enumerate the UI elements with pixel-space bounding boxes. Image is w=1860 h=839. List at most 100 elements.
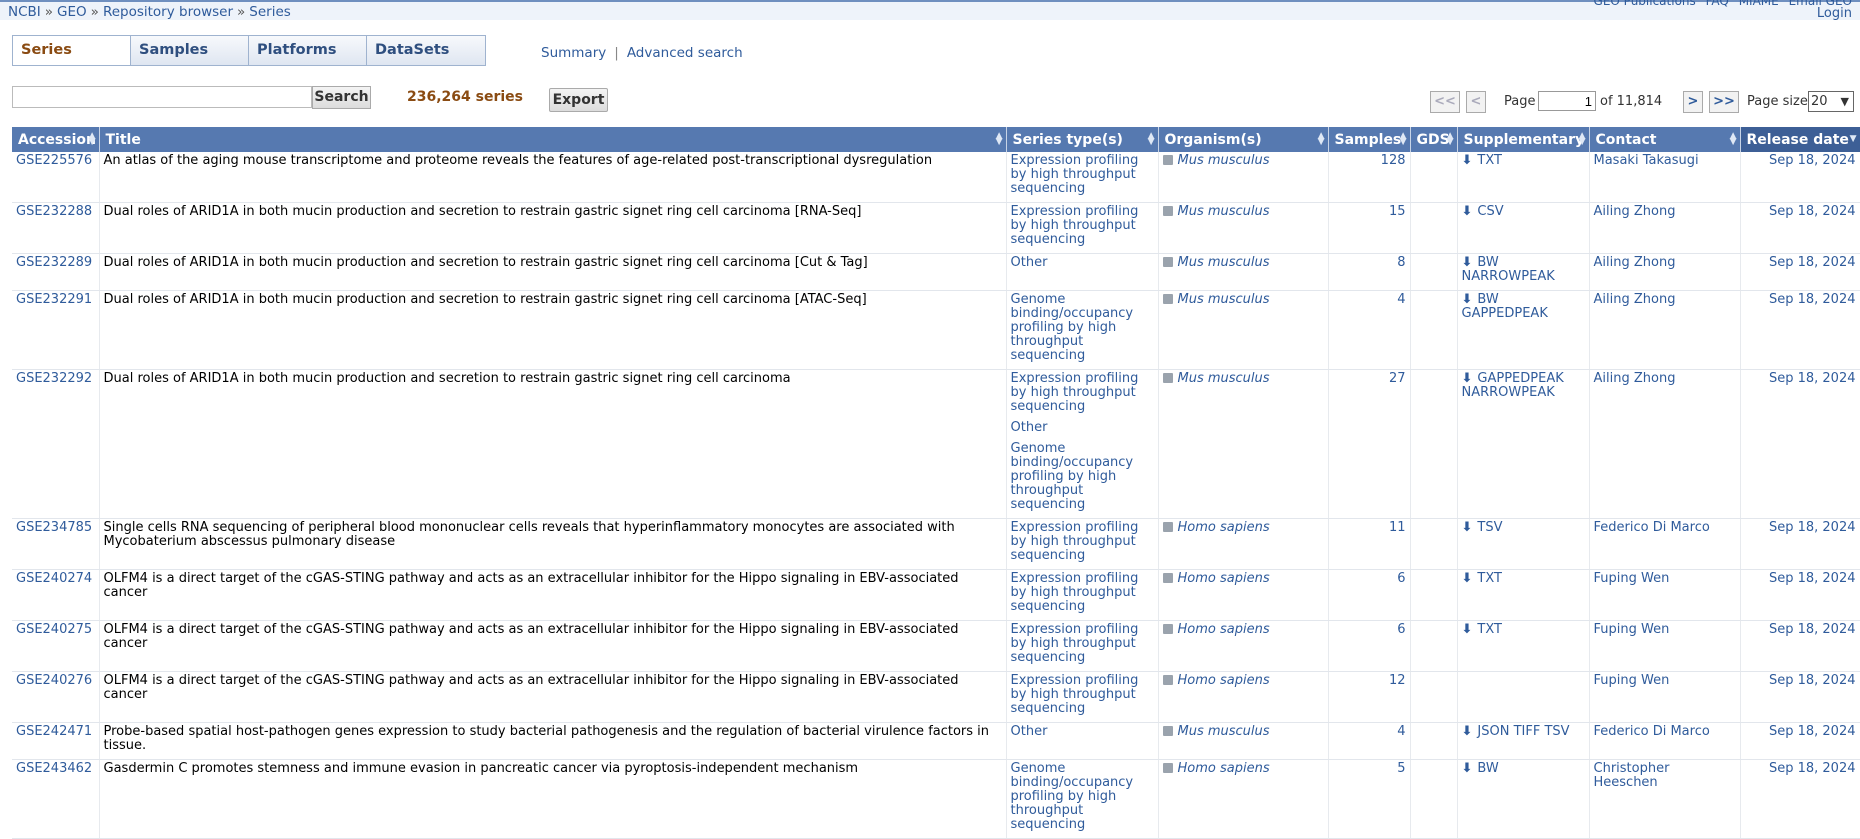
- download-icon[interactable]: ⬇: [1462, 256, 1473, 270]
- organism-expand-icon[interactable]: [1162, 257, 1173, 267]
- series-type-link[interactable]: Expression profiling by high throughput …: [1011, 572, 1154, 614]
- col-title[interactable]: Title ▲ ▼: [99, 127, 1007, 152]
- accession-link[interactable]: GSE232288: [16, 204, 92, 219]
- accession-link[interactable]: GSE234785: [16, 520, 92, 535]
- samples-link[interactable]: 15: [1389, 204, 1406, 219]
- contact-link[interactable]: Fuping Wen: [1594, 673, 1670, 688]
- advanced-search-link[interactable]: Advanced search: [627, 45, 743, 61]
- contact-link[interactable]: Ailing Zhong: [1594, 204, 1676, 219]
- organism-link[interactable]: Mus musculus: [1178, 255, 1270, 270]
- tab-series[interactable]: Series: [13, 36, 131, 65]
- contact-link[interactable]: Christopher Heeschen: [1594, 761, 1670, 790]
- series-type-link[interactable]: Expression profiling by high throughput …: [1011, 205, 1154, 247]
- download-icon[interactable]: ⬇: [1462, 572, 1473, 586]
- series-type-link[interactable]: Other: [1011, 256, 1154, 270]
- series-type-link[interactable]: Genome binding/occupancy profiling by hi…: [1011, 762, 1154, 832]
- organism-link[interactable]: Homo sapiens: [1178, 761, 1270, 776]
- samples-link[interactable]: 6: [1397, 571, 1405, 586]
- organism-link[interactable]: Mus musculus: [1178, 371, 1270, 386]
- organism-expand-icon[interactable]: [1162, 373, 1173, 383]
- supplementary-files[interactable]: JSON TIFF TSV: [1477, 724, 1569, 739]
- login-link[interactable]: Login: [1817, 6, 1852, 21]
- organism-link[interactable]: Mus musculus: [1178, 153, 1270, 168]
- download-icon[interactable]: ⬇: [1462, 293, 1473, 307]
- supplementary-files[interactable]: TXT: [1477, 153, 1502, 168]
- search-button[interactable]: Search: [312, 86, 371, 109]
- summary-link[interactable]: Summary: [541, 45, 606, 61]
- organism-expand-icon[interactable]: [1162, 573, 1173, 583]
- samples-link[interactable]: 12: [1389, 673, 1406, 688]
- tab-datasets[interactable]: DataSets: [367, 36, 485, 65]
- top-link-geo-publications[interactable]: GEO Publications: [1594, 0, 1696, 8]
- accession-link[interactable]: GSE225576: [16, 153, 92, 168]
- contact-link[interactable]: Ailing Zhong: [1594, 371, 1676, 386]
- organism-link[interactable]: Mus musculus: [1178, 724, 1270, 739]
- organism-link[interactable]: Homo sapiens: [1178, 673, 1270, 688]
- accession-link[interactable]: GSE243462: [16, 761, 92, 776]
- samples-link[interactable]: 8: [1397, 255, 1405, 270]
- organism-expand-icon[interactable]: [1162, 522, 1173, 532]
- organism-link[interactable]: Homo sapiens: [1178, 571, 1270, 586]
- breadcrumb-series[interactable]: Series: [249, 4, 291, 20]
- col-series-type[interactable]: Series type(s) ▲ ▼: [1006, 127, 1159, 152]
- download-icon[interactable]: ⬇: [1462, 762, 1473, 776]
- contact-link[interactable]: Fuping Wen: [1594, 571, 1670, 586]
- samples-link[interactable]: 6: [1397, 622, 1405, 637]
- organism-expand-icon[interactable]: [1162, 294, 1173, 304]
- export-button[interactable]: Export: [549, 88, 608, 112]
- organism-link[interactable]: Mus musculus: [1178, 204, 1270, 219]
- series-type-link[interactable]: Other: [1011, 421, 1154, 435]
- series-type-link[interactable]: Genome binding/occupancy profiling by hi…: [1011, 442, 1154, 512]
- download-icon[interactable]: ⬇: [1462, 372, 1473, 386]
- top-link-faq[interactable]: FAQ: [1706, 0, 1729, 8]
- prev-page-button[interactable]: <: [1466, 91, 1486, 113]
- series-type-link[interactable]: Expression profiling by high throughput …: [1011, 154, 1154, 196]
- supplementary-files[interactable]: BW GAPPEDPEAK: [1462, 292, 1548, 321]
- samples-link[interactable]: 128: [1381, 153, 1406, 168]
- download-icon[interactable]: ⬇: [1462, 205, 1473, 219]
- first-page-button[interactable]: <<: [1430, 91, 1460, 113]
- col-samples[interactable]: Samples ▲ ▼: [1328, 127, 1411, 152]
- accession-link[interactable]: GSE240274: [16, 571, 92, 586]
- supplementary-files[interactable]: TSV: [1477, 520, 1502, 535]
- accession-link[interactable]: GSE242471: [16, 724, 92, 739]
- series-type-link[interactable]: Expression profiling by high throughput …: [1011, 623, 1154, 665]
- organism-link[interactable]: Mus musculus: [1178, 292, 1270, 307]
- tab-samples[interactable]: Samples: [131, 36, 249, 65]
- supplementary-files[interactable]: TXT: [1477, 571, 1502, 586]
- download-icon[interactable]: ⬇: [1462, 154, 1473, 168]
- contact-link[interactable]: Federico Di Marco: [1594, 724, 1710, 739]
- accession-link[interactable]: GSE232291: [16, 292, 92, 307]
- accession-link[interactable]: GSE240276: [16, 673, 92, 688]
- col-release-date[interactable]: Release date ▼: [1740, 127, 1860, 152]
- samples-link[interactable]: 11: [1389, 520, 1406, 535]
- col-organism[interactable]: Organism(s) ▲ ▼: [1158, 127, 1329, 152]
- accession-link[interactable]: GSE240275: [16, 622, 92, 637]
- contact-link[interactable]: Ailing Zhong: [1594, 255, 1676, 270]
- contact-link[interactable]: Masaki Takasugi: [1594, 153, 1699, 168]
- organism-link[interactable]: Homo sapiens: [1178, 520, 1270, 535]
- series-type-link[interactable]: Expression profiling by high throughput …: [1011, 674, 1154, 716]
- breadcrumb-repository-browser[interactable]: Repository browser: [103, 4, 233, 20]
- download-icon[interactable]: ⬇: [1462, 623, 1473, 637]
- tab-platforms[interactable]: Platforms: [249, 36, 367, 65]
- samples-link[interactable]: 5: [1397, 761, 1405, 776]
- organism-expand-icon[interactable]: [1162, 675, 1173, 685]
- organism-expand-icon[interactable]: [1162, 763, 1173, 773]
- contact-link[interactable]: Ailing Zhong: [1594, 292, 1676, 307]
- breadcrumb-geo[interactable]: GEO: [57, 4, 87, 20]
- series-type-link[interactable]: Expression profiling by high throughput …: [1011, 521, 1154, 563]
- supplementary-files[interactable]: TXT: [1477, 622, 1502, 637]
- accession-link[interactable]: GSE232289: [16, 255, 92, 270]
- series-type-link[interactable]: Expression profiling by high throughput …: [1011, 372, 1154, 414]
- page-number-input[interactable]: [1538, 91, 1596, 111]
- supplementary-files[interactable]: BW NARROWPEAK: [1462, 255, 1555, 284]
- organism-expand-icon[interactable]: [1162, 726, 1173, 736]
- top-link-miame[interactable]: MIAME: [1739, 0, 1779, 8]
- accession-link[interactable]: GSE232292: [16, 371, 92, 386]
- page-size-select[interactable]: 20 ▼: [1808, 91, 1854, 112]
- organism-expand-icon[interactable]: [1162, 624, 1173, 634]
- organism-expand-icon[interactable]: [1162, 206, 1173, 216]
- samples-link[interactable]: 27: [1389, 371, 1406, 386]
- col-accession[interactable]: Accession ▲ ▼: [12, 127, 100, 152]
